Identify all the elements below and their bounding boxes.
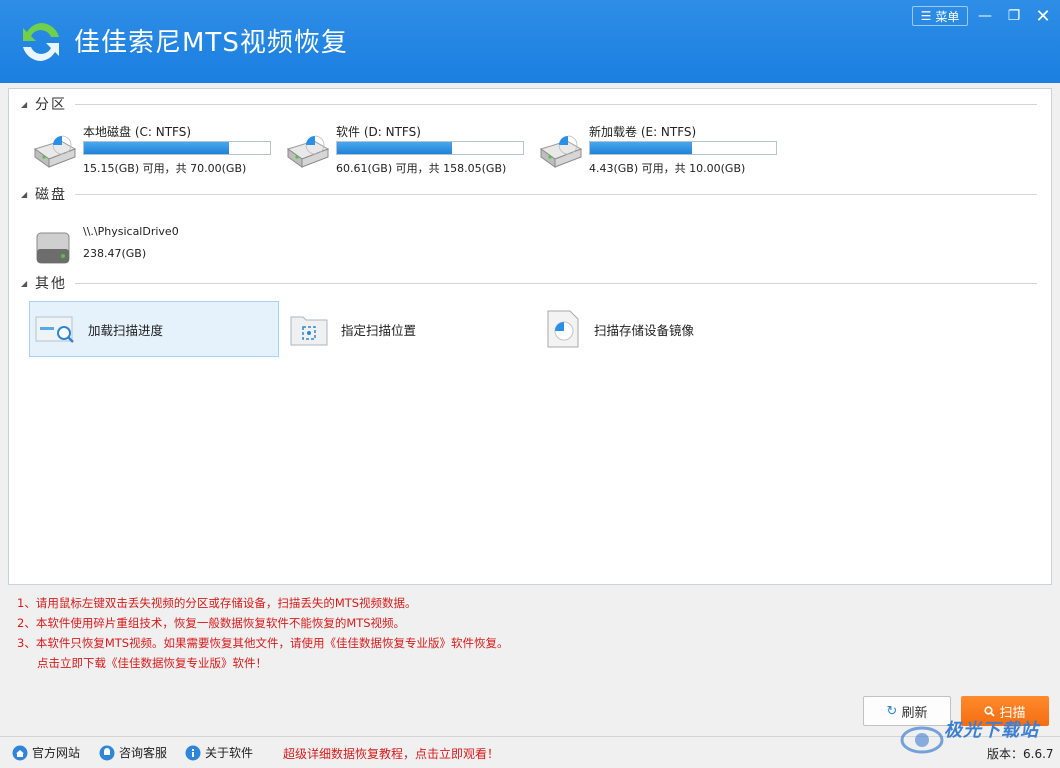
official-site-link[interactable]: 官方网站 xyxy=(12,744,80,761)
chat-icon xyxy=(99,745,115,760)
device-panel: ◢ 分区 本地磁盘 (C: NTFS) 15.15(GB) 可用，共 70.00… xyxy=(8,88,1052,585)
watermark-text: 极光下载站 xyxy=(944,720,1039,741)
usage-bar xyxy=(589,141,777,155)
usage-bar xyxy=(336,141,524,155)
collapse-triangle-icon: ◢ xyxy=(21,189,28,199)
divider xyxy=(75,193,1037,195)
section-other[interactable]: ◢ 其他 xyxy=(21,273,1037,293)
tip-1: 1、请用鼠标左键双击丢失视频的分区或存储设备，扫描丢失的MTS视频数据。 xyxy=(17,596,417,610)
tips: 1、请用鼠标左键双击丢失视频的分区或存储设备，扫描丢失的MTS视频数据。 2、本… xyxy=(17,593,509,673)
customer-service-link[interactable]: 咨询客服 xyxy=(99,744,167,761)
about-link[interactable]: 关于软件 xyxy=(185,744,253,761)
menu-icon: ☰ xyxy=(920,9,932,23)
drive-name: 新加载卷 (E: NTFS) xyxy=(589,125,697,139)
divider xyxy=(75,282,1037,284)
menu-button[interactable]: ☰ 菜单 xyxy=(912,6,968,26)
section-label: 其他 xyxy=(35,276,67,292)
collapse-triangle-icon: ◢ xyxy=(21,278,28,288)
title-bar: 佳佳索尼MTS视频恢复 ☰ 菜单 — ❐ ✕ xyxy=(0,0,1060,83)
specify-scan-location-button[interactable]: 指定扫描位置 xyxy=(283,301,533,357)
load-scan-progress-button[interactable]: 加载扫描进度 xyxy=(29,301,279,357)
minimize-button[interactable]: — xyxy=(974,6,996,26)
divider xyxy=(75,103,1037,105)
search-icon xyxy=(984,705,996,717)
hard-drive-icon xyxy=(539,135,583,168)
drive-name: 本地磁盘 (C: NTFS) xyxy=(83,125,192,139)
load-scan-progress-icon xyxy=(35,316,74,343)
section-partition[interactable]: ◢ 分区 xyxy=(21,94,1037,114)
hard-drive-icon xyxy=(33,135,77,168)
menu-label: 菜单 xyxy=(935,9,960,24)
drive-capacity: 4.43(GB) 可用，共 10.00(GB) xyxy=(589,162,746,175)
section-label: 磁盘 xyxy=(35,187,67,203)
section-disk[interactable]: ◢ 磁盘 xyxy=(21,184,1037,204)
option-label: 扫描存储设备镜像 xyxy=(594,322,695,338)
tip-3: 3、本软件只恢复MTS视频。如果需要恢复其他文件，请使用《佳佳数据恢复专业版》软… xyxy=(17,636,509,650)
usage-bar xyxy=(83,141,271,155)
customer-service-label: 咨询客服 xyxy=(119,746,168,760)
tutorial-link[interactable]: 超级详细数据恢复教程，点击立即观看！ xyxy=(283,745,499,762)
refresh-icon: ↻ xyxy=(886,703,898,719)
tip-2: 2、本软件使用碎片重组技术，恢复一般数据恢复软件不能恢复的MTS视频。 xyxy=(17,616,406,630)
partition-e[interactable]: 新加载卷 (E: NTFS) 4.43(GB) 可用，共 10.00(GB) xyxy=(537,123,787,177)
home-icon xyxy=(12,745,28,760)
physical-drive-0[interactable]: \\.\PhysicalDrive0 238.47(GB) xyxy=(31,225,281,279)
usage-bar-fill xyxy=(590,142,693,154)
download-pro-link[interactable]: 点击立即下载《佳佳数据恢复专业版》软件！ xyxy=(17,653,509,673)
about-label: 关于软件 xyxy=(205,746,254,760)
folder-scan-icon xyxy=(290,316,328,346)
collapse-triangle-icon: ◢ xyxy=(21,99,28,109)
drive-capacity: 15.15(GB) 可用，共 70.00(GB) xyxy=(83,162,247,175)
official-site-label: 官方网站 xyxy=(32,746,81,760)
disk-image-icon xyxy=(547,310,579,348)
drive-name: 软件 (D: NTFS) xyxy=(336,125,421,139)
partition-d[interactable]: 软件 (D: NTFS) 60.61(GB) 可用，共 158.05(GB) xyxy=(284,123,534,177)
minimize-icon: — xyxy=(978,8,992,24)
drive-capacity: 60.61(GB) 可用，共 158.05(GB) xyxy=(336,162,507,175)
usage-bar-fill xyxy=(84,142,230,154)
close-icon: ✕ xyxy=(1035,5,1051,27)
option-label: 加载扫描进度 xyxy=(88,322,164,338)
physical-disk-icon xyxy=(36,232,70,264)
partition-c[interactable]: 本地磁盘 (C: NTFS) 15.15(GB) 可用，共 70.00(GB) xyxy=(31,123,281,177)
close-button[interactable]: ✕ xyxy=(1032,5,1054,27)
section-label: 分区 xyxy=(35,97,67,113)
disk-size: 238.47(GB) xyxy=(83,247,147,260)
scan-disk-image-button[interactable]: 扫描存储设备镜像 xyxy=(536,301,786,357)
info-icon xyxy=(185,745,201,760)
option-label: 指定扫描位置 xyxy=(341,322,417,338)
app-title: 佳佳索尼MTS视频恢复 xyxy=(74,28,348,58)
app-logo-icon xyxy=(23,23,59,61)
restore-icon: ❐ xyxy=(1007,8,1021,24)
maximize-button[interactable]: ❐ xyxy=(1003,6,1025,26)
disk-name: \\.\PhysicalDrive0 xyxy=(83,225,179,238)
hard-drive-icon xyxy=(286,135,330,168)
usage-bar-fill xyxy=(337,142,453,154)
